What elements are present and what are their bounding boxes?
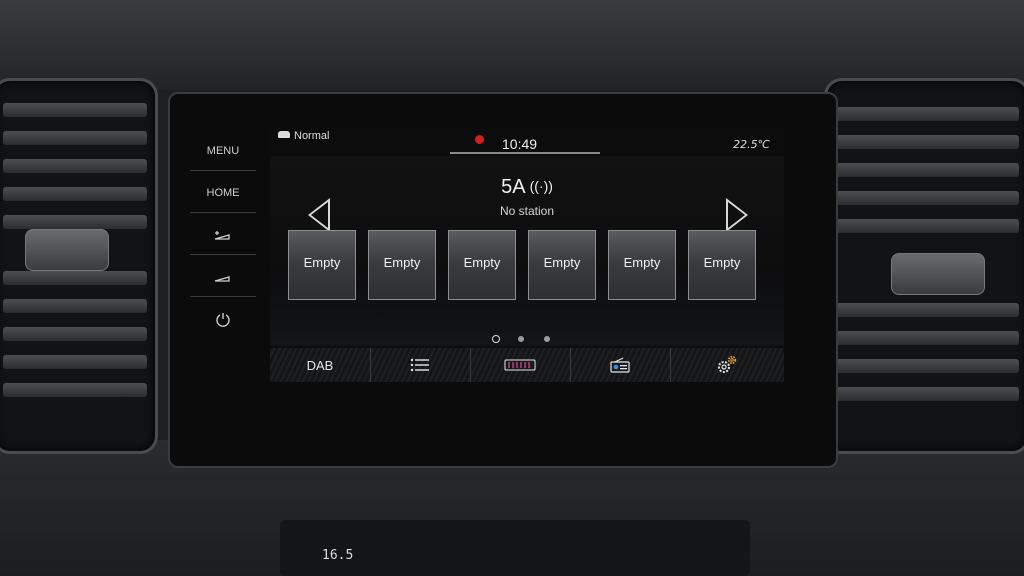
channel-label: 5A	[501, 176, 526, 198]
alert-icon[interactable]	[475, 135, 484, 144]
station-status: No station	[499, 204, 555, 218]
power-icon	[216, 313, 230, 327]
drive-mode-label: Normal	[294, 130, 330, 142]
home-button[interactable]: HOME	[190, 174, 256, 213]
left-air-vent	[0, 78, 158, 454]
radio-screen: Normal 10:49 22.5℃ 5A ((·)) No station Em…	[270, 126, 784, 382]
page-dot-2[interactable]	[518, 336, 524, 342]
drive-mode[interactable]: Normal	[278, 130, 329, 142]
climate-temperature: 16.5	[322, 548, 354, 563]
right-air-vent	[824, 78, 1024, 454]
page-indicator[interactable]	[488, 334, 558, 344]
preset-1[interactable]: Empty	[288, 230, 356, 300]
menu-button[interactable]: MENU	[190, 132, 256, 171]
car-icon	[278, 131, 290, 138]
tab-dab[interactable]: DAB	[270, 348, 371, 382]
clock: 10:49	[502, 136, 538, 152]
preset-4[interactable]: Empty	[528, 230, 596, 300]
preset-5[interactable]: Empty	[608, 230, 676, 300]
preset-3[interactable]: Empty	[448, 230, 516, 300]
tab-settings[interactable]	[670, 348, 784, 382]
page-dot-1[interactable]	[492, 335, 500, 343]
outside-temperature: 22.5℃	[733, 138, 770, 151]
broadcast-signal-icon: ((·))	[529, 178, 553, 194]
preset-6[interactable]: Empty	[688, 230, 756, 300]
tab-radio-source[interactable]	[570, 348, 671, 382]
bottom-tab-bar: DAB	[270, 348, 784, 382]
tab-station-list[interactable]	[370, 348, 471, 382]
frequency-band-icon	[504, 359, 536, 371]
power-button[interactable]	[190, 300, 256, 338]
volume-up-button[interactable]	[190, 216, 256, 255]
radio-source-icon	[610, 357, 630, 373]
status-divider	[450, 152, 600, 154]
station-channel: 5A ((·))	[270, 176, 784, 199]
settings-gears-icon	[718, 355, 737, 373]
dashboard-top	[0, 0, 1024, 90]
left-vent-adjuster[interactable]	[25, 229, 109, 271]
page-dot-3[interactable]	[544, 336, 550, 342]
right-vent-adjuster[interactable]	[891, 253, 985, 295]
volume-up-icon	[214, 231, 230, 240]
status-bar: Normal 10:49 22.5℃	[270, 126, 784, 154]
list-icon	[410, 358, 429, 372]
tab-dab-label: DAB	[306, 357, 334, 373]
preset-2[interactable]: Empty	[368, 230, 436, 300]
preset-row: Empty Empty Empty Empty Empty Empty	[288, 230, 770, 304]
tab-frequency-band[interactable]	[470, 348, 571, 382]
volume-down-button[interactable]	[190, 258, 256, 297]
station-panel: 5A ((·)) No station Empty Empty Empty Emp…	[270, 156, 784, 346]
volume-down-icon	[214, 276, 230, 282]
